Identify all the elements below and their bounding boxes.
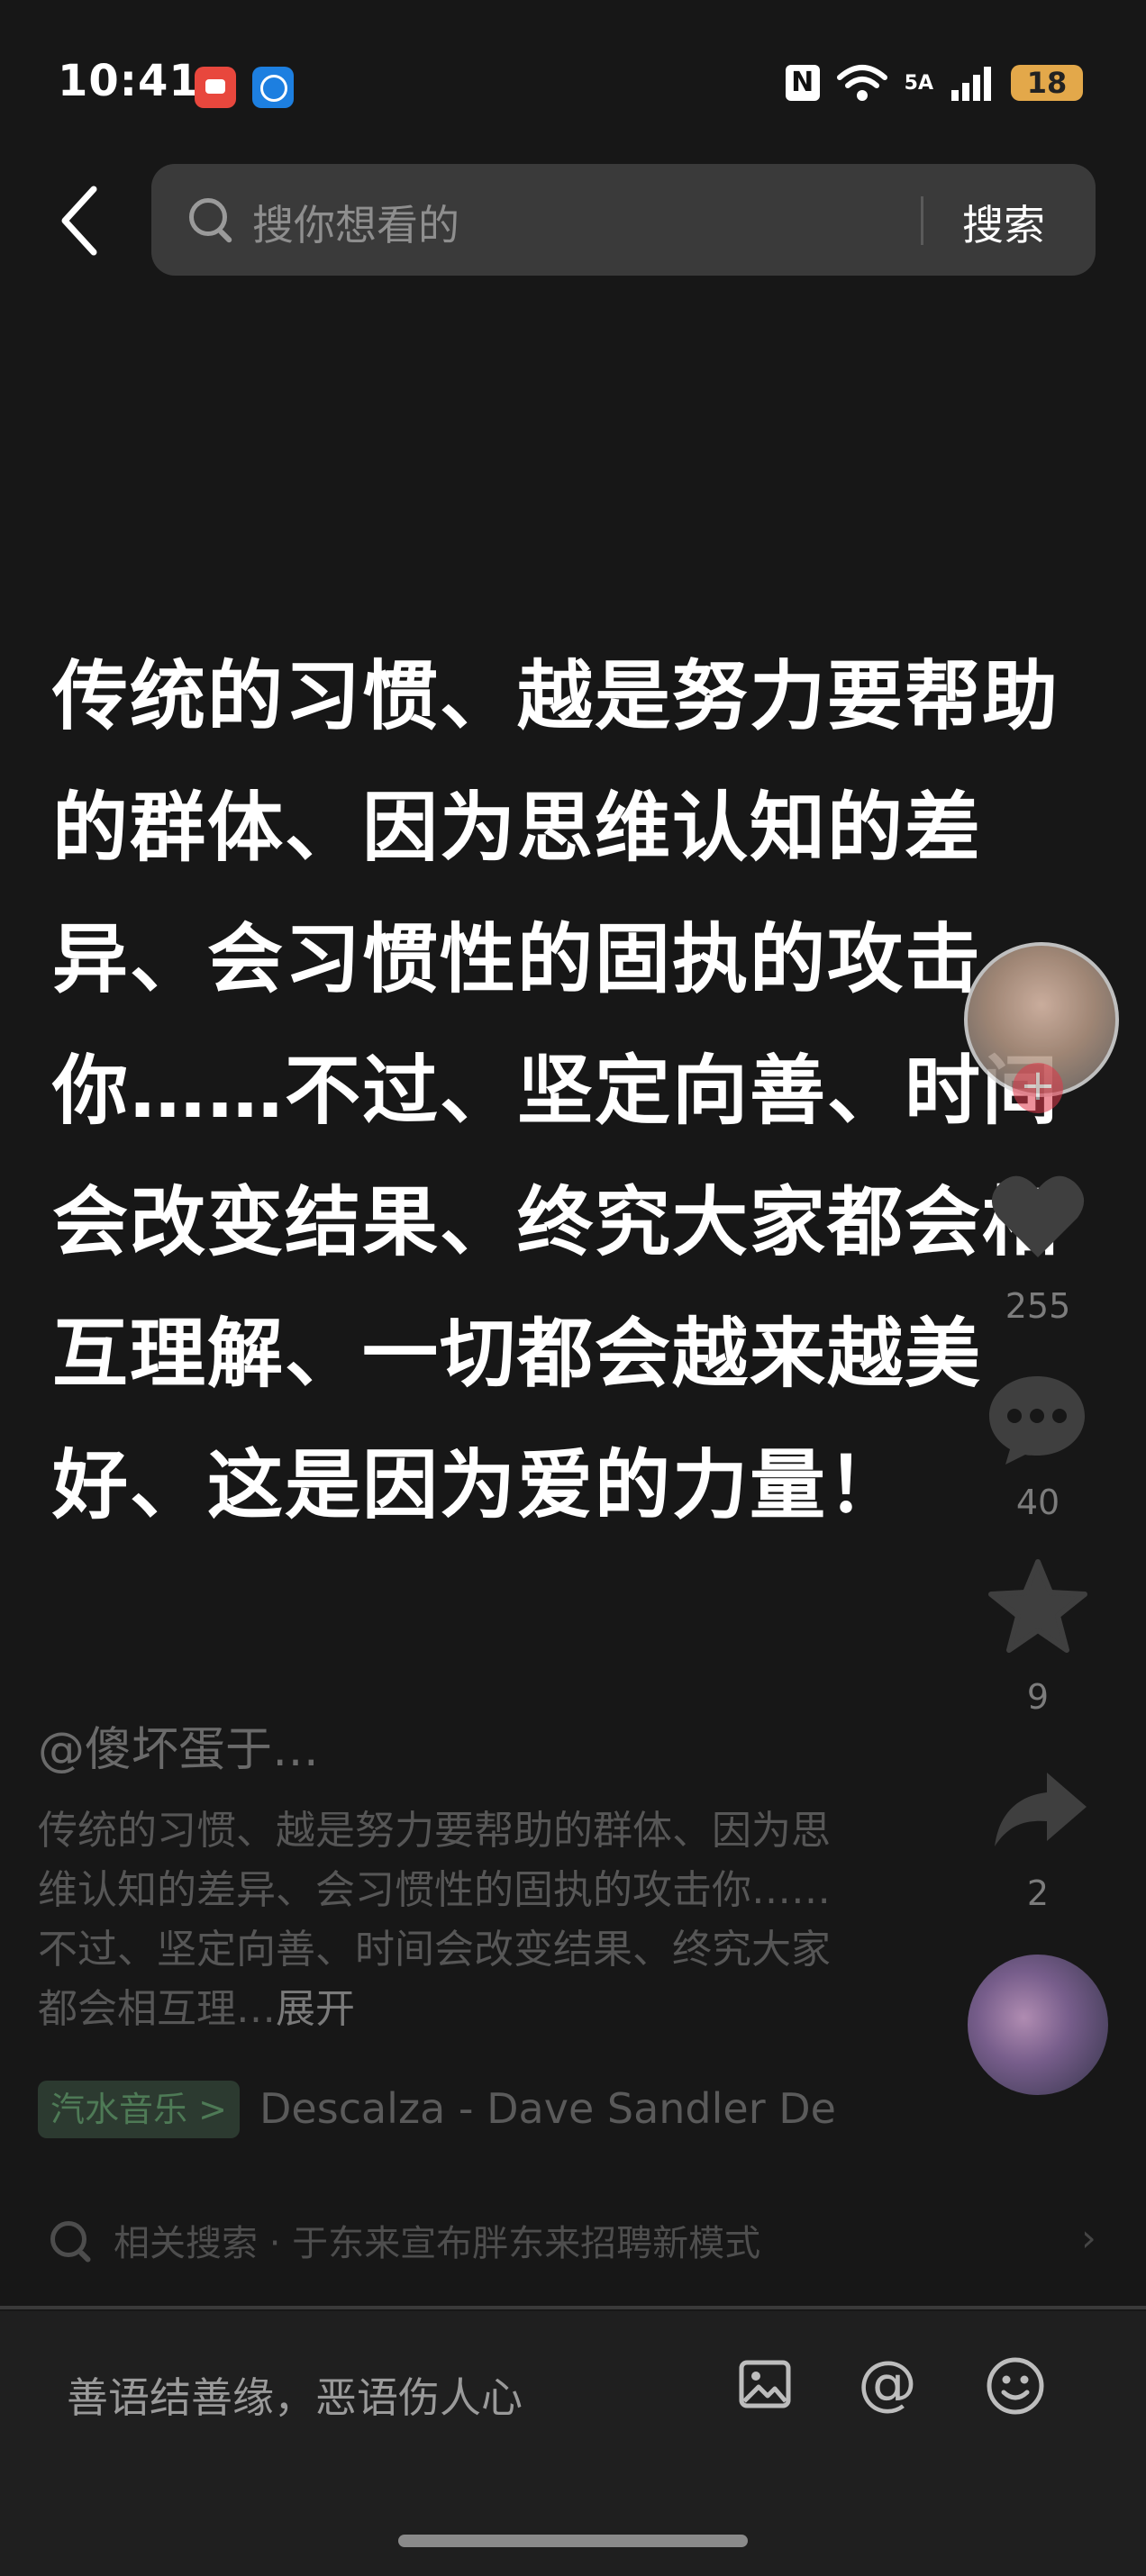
like-count: 255 xyxy=(1005,1286,1071,1326)
chevron-right-icon: › xyxy=(1081,2216,1096,2260)
description-text: 传统的习惯、越是努力要帮助的群体、因为思维认知的差异、会习惯性的固执的攻击你……… xyxy=(38,1808,831,2032)
music-disc-avatar[interactable] xyxy=(968,1955,1108,2095)
home-indicator[interactable] xyxy=(398,2535,748,2547)
signal-icon xyxy=(951,67,991,101)
comment-input[interactable]: 善语结善缘，恶语伤人心 xyxy=(67,2365,523,2425)
related-search-bar[interactable]: 相关搜索 · 于东来宣布胖东来招聘新模式 › xyxy=(0,2189,1146,2295)
author-name[interactable]: @傻坏蛋于… xyxy=(38,1711,319,1779)
status-indicators: N 5A 18 xyxy=(785,63,1083,103)
post-description: 传统的习惯、越是努力要帮助的群体、因为思维认知的差异、会习惯性的固执的攻击你……… xyxy=(38,1801,849,2039)
image-icon[interactable] xyxy=(739,2360,791,2408)
signal-label: 5A xyxy=(904,71,933,95)
browser-badge-icon xyxy=(252,67,294,108)
related-search-text[interactable]: 相关搜索 · 于东来宣布胖东来招聘新模式 xyxy=(114,2214,760,2266)
status-time: 10:41 xyxy=(58,56,200,106)
search-icon xyxy=(50,2221,86,2257)
music-title[interactable]: Descalza - Dave Sandler De xyxy=(259,2084,860,2133)
follow-button[interactable]: + xyxy=(1013,1063,1063,1113)
like-icon[interactable] xyxy=(989,1171,1087,1261)
share-count: 2 xyxy=(1026,1873,1050,1913)
comment-count: 40 xyxy=(1015,1483,1060,1522)
search-divider xyxy=(921,196,923,245)
share-icon[interactable] xyxy=(991,1769,1090,1850)
search-bar[interactable]: 搜你想看的 搜索 xyxy=(151,164,1096,276)
back-button[interactable] xyxy=(54,180,108,261)
emoji-icon[interactable] xyxy=(986,2356,1045,2416)
expand-link[interactable]: 展开 xyxy=(276,1986,355,2032)
favorite-count: 9 xyxy=(1026,1677,1050,1717)
battery-icon: 18 xyxy=(1011,65,1083,101)
search-input[interactable]: 搜你想看的 xyxy=(252,193,459,252)
music-tag[interactable]: 汽水音乐 > xyxy=(38,2081,240,2138)
divider xyxy=(0,2306,1146,2309)
nfc-icon: N xyxy=(785,65,820,101)
search-button[interactable]: 搜索 xyxy=(962,193,1045,252)
comment-icon[interactable] xyxy=(986,1373,1088,1466)
search-icon xyxy=(189,198,227,236)
favorite-star-icon[interactable] xyxy=(987,1558,1088,1655)
app-badge-icon xyxy=(195,67,236,108)
wifi-icon xyxy=(836,65,887,101)
comment-bar: 善语结善缘，恶语伤人心 @ xyxy=(0,2311,1146,2576)
post-main-text: 传统的习惯、越是努力要帮助的群体、因为思维认知的差异、会习惯性的固执的攻击你……… xyxy=(52,652,1060,1529)
mention-icon[interactable]: @ xyxy=(858,2351,917,2416)
